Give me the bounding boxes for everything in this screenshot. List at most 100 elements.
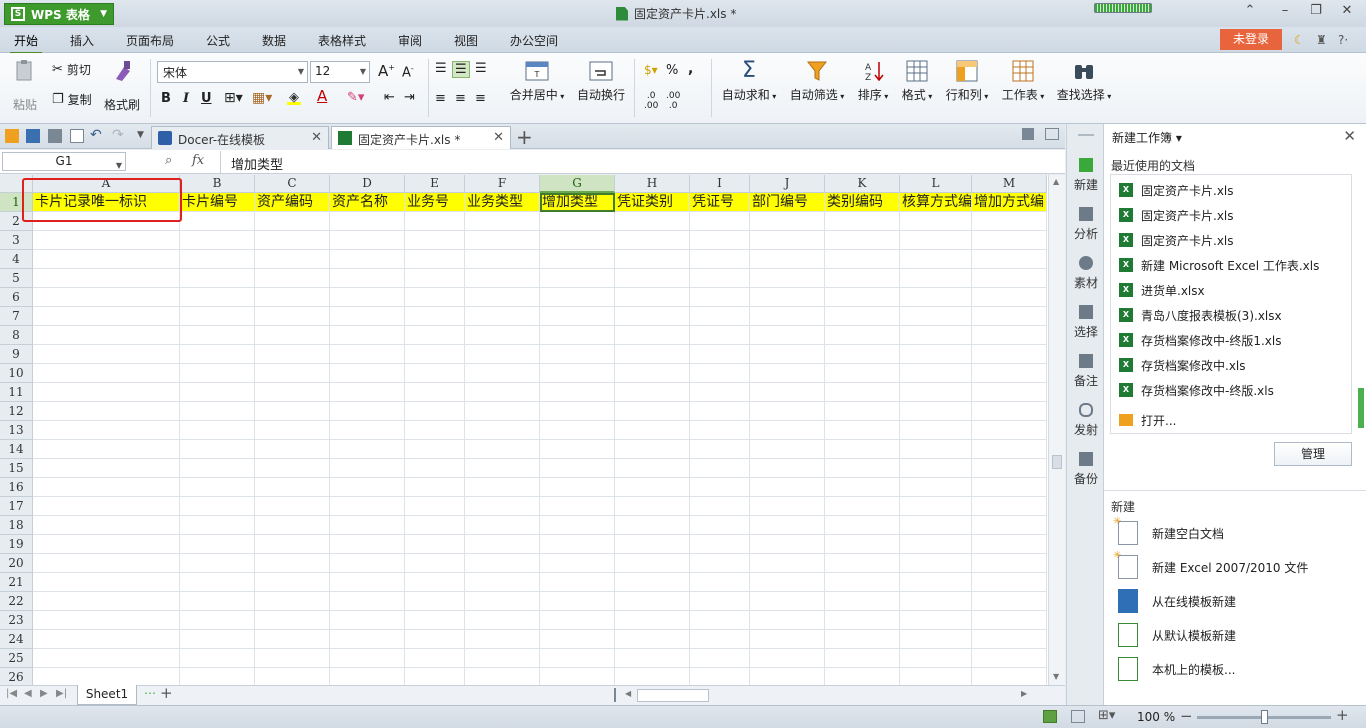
- shirt-icon[interactable]: ♜: [1316, 33, 1327, 47]
- cell[interactable]: [825, 364, 900, 383]
- cell[interactable]: [690, 649, 750, 668]
- local-templates-item[interactable]: 本机上的模板...: [1118, 655, 1235, 683]
- align-center-icon[interactable]: ≡: [455, 91, 466, 106]
- cell[interactable]: [615, 212, 690, 231]
- cell[interactable]: [255, 630, 330, 649]
- cell[interactable]: [255, 383, 330, 402]
- scroll-thumb[interactable]: [637, 689, 709, 702]
- cell[interactable]: [180, 364, 255, 383]
- spreadsheet-grid[interactable]: A B C D E F G H I J K L M 1 卡片记录唯一标识 卡片编号 资产编码 资产名称 业务号 业务类…: [0, 175, 1048, 685]
- scroll-up-icon[interactable]: ▲: [1053, 177, 1059, 186]
- cell[interactable]: [825, 288, 900, 307]
- page-break-view-icon[interactable]: [1071, 710, 1085, 723]
- cell[interactable]: [690, 402, 750, 421]
- cell[interactable]: [33, 326, 180, 345]
- sheet-tab[interactable]: Sheet1: [77, 685, 137, 705]
- menu-page-layout[interactable]: 页面布局: [126, 32, 174, 49]
- cell[interactable]: [33, 535, 180, 554]
- cell[interactable]: [825, 497, 900, 516]
- cell[interactable]: [900, 326, 972, 345]
- row-header[interactable]: 21: [0, 573, 33, 592]
- cell[interactable]: [972, 383, 1047, 402]
- cell[interactable]: [540, 497, 615, 516]
- cell[interactable]: [180, 478, 255, 497]
- paste-button[interactable]: 粘贴: [8, 59, 42, 112]
- cell[interactable]: [972, 212, 1047, 231]
- cell[interactable]: [750, 592, 825, 611]
- save-icon[interactable]: [26, 129, 40, 143]
- cell[interactable]: [33, 516, 180, 535]
- header-cell[interactable]: 卡片编号: [180, 193, 255, 212]
- cell[interactable]: [750, 402, 825, 421]
- scroll-left-icon[interactable]: ◀: [625, 689, 631, 698]
- menu-table-style[interactable]: 表格样式: [318, 32, 366, 49]
- cell[interactable]: [900, 250, 972, 269]
- cell[interactable]: [540, 649, 615, 668]
- cell[interactable]: [330, 592, 405, 611]
- customize-qa-icon[interactable]: ▼: [137, 130, 144, 140]
- cell[interactable]: [750, 326, 825, 345]
- new-excel-2007-item[interactable]: 新建 Excel 2007/2010 文件: [1113, 550, 1308, 581]
- minimize-icon[interactable]: –: [1275, 3, 1295, 21]
- cell[interactable]: [405, 611, 465, 630]
- cell[interactable]: [255, 364, 330, 383]
- recent-doc-item[interactable]: X 固定资产卡片.xls: [1119, 230, 1234, 250]
- cell[interactable]: [180, 307, 255, 326]
- row-header[interactable]: 12: [0, 402, 33, 421]
- cell[interactable]: [750, 269, 825, 288]
- cell[interactable]: [540, 459, 615, 478]
- align-bottom-icon[interactable]: ☰: [475, 61, 487, 76]
- cell[interactable]: [690, 516, 750, 535]
- login-button[interactable]: 未登录: [1220, 29, 1282, 50]
- cell[interactable]: [900, 516, 972, 535]
- cell[interactable]: [33, 212, 180, 231]
- cell[interactable]: [255, 440, 330, 459]
- cell[interactable]: [825, 212, 900, 231]
- cell[interactable]: [33, 269, 180, 288]
- cell[interactable]: [900, 402, 972, 421]
- cell[interactable]: [180, 611, 255, 630]
- side-new-button[interactable]: 新建: [1067, 158, 1105, 193]
- redo-icon[interactable]: ↷: [112, 127, 124, 143]
- cell[interactable]: [900, 630, 972, 649]
- cell[interactable]: [33, 611, 180, 630]
- cell[interactable]: [750, 630, 825, 649]
- app-menu-button[interactable]: S WPS 表格 ▼: [4, 3, 114, 25]
- side-analysis-button[interactable]: 分析: [1067, 207, 1105, 242]
- cell[interactable]: [465, 269, 540, 288]
- cell[interactable]: [465, 535, 540, 554]
- font-name-select[interactable]: 宋体 ▼: [157, 61, 308, 83]
- cell[interactable]: [405, 231, 465, 250]
- cell[interactable]: [180, 288, 255, 307]
- cell[interactable]: [615, 364, 690, 383]
- fill-color-icon[interactable]: ◈: [287, 90, 301, 105]
- row-header[interactable]: 22: [0, 592, 33, 611]
- cell[interactable]: [330, 535, 405, 554]
- cell[interactable]: [540, 288, 615, 307]
- italic-button[interactable]: I: [183, 91, 189, 106]
- cell[interactable]: [900, 364, 972, 383]
- normal-view-icon[interactable]: [1043, 710, 1057, 723]
- cell[interactable]: [615, 269, 690, 288]
- cell[interactable]: [972, 440, 1047, 459]
- shrink-font-icon[interactable]: A-: [402, 64, 414, 80]
- cell[interactable]: [540, 231, 615, 250]
- cell[interactable]: [972, 630, 1047, 649]
- cell[interactable]: [615, 573, 690, 592]
- menu-insert[interactable]: 插入: [70, 32, 94, 49]
- cell[interactable]: [690, 250, 750, 269]
- cell[interactable]: [405, 668, 465, 685]
- bold-button[interactable]: B: [161, 91, 171, 106]
- cell[interactable]: [330, 288, 405, 307]
- cell[interactable]: [690, 592, 750, 611]
- cell[interactable]: [972, 554, 1047, 573]
- cell[interactable]: [540, 611, 615, 630]
- cell[interactable]: [465, 611, 540, 630]
- cell[interactable]: [255, 516, 330, 535]
- cell[interactable]: [540, 630, 615, 649]
- row-header[interactable]: 4: [0, 250, 33, 269]
- recent-doc-item[interactable]: X 固定资产卡片.xls: [1119, 180, 1234, 200]
- cell[interactable]: [465, 326, 540, 345]
- cell[interactable]: [690, 554, 750, 573]
- cell[interactable]: [825, 402, 900, 421]
